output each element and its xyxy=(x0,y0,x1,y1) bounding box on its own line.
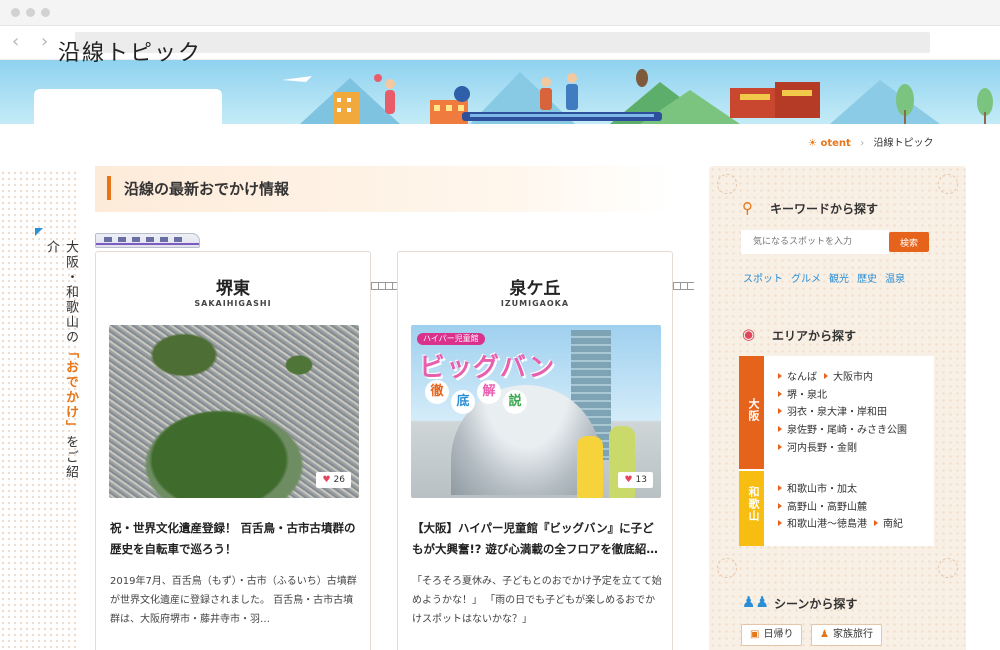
area-label-osaka: 大阪 xyxy=(747,398,760,422)
area-link[interactable]: 泉佐野・尾崎・みさき公園 xyxy=(778,424,907,438)
page-title: 沿線トピック xyxy=(58,41,203,66)
family-icon: ♟♟ xyxy=(742,593,769,611)
area-search-heading: エリアから探す xyxy=(772,329,857,343)
heart-icon: ♥ xyxy=(624,475,633,485)
station-roman: SAKAIHIGASHI xyxy=(194,299,272,308)
area-link[interactable]: なんば xyxy=(778,371,817,385)
section-title: 沿線の最新おでかけ情報 xyxy=(124,180,290,198)
topic-card-sakaihigashi[interactable]: 堺東 SAKAIHIGASHI ♥ 26 祝・世界文化遺産登録！ 百舌鳥・古市古墳… xyxy=(95,251,371,650)
side-caption: 大阪・和歌山の「おでかけ」をご紹介 xyxy=(42,240,80,480)
map-pin-icon: ◉ xyxy=(742,325,756,343)
like-count: 26 xyxy=(333,475,345,485)
keyword-tag[interactable]: 温泉 xyxy=(885,274,905,285)
card-title[interactable]: 【大阪】ハイパー児童館『ビッグバン』に子どもが大興奮!? 遊び心満載の全フロアを… xyxy=(412,518,662,560)
area-link[interactable]: 堺・泉北 xyxy=(778,389,827,403)
photo-label: ハイパー児童館 xyxy=(417,333,485,345)
photo-keyword: 底 xyxy=(451,390,475,414)
family-small-icon: ♟ xyxy=(820,629,829,640)
forward-arrow-icon[interactable]: › xyxy=(41,30,48,54)
scene-button-label: 日帰り xyxy=(763,629,794,640)
browser-titlebar xyxy=(0,0,1000,26)
keyword-tag[interactable]: 観光 xyxy=(829,274,849,285)
window-minimize-dot[interactable] xyxy=(26,8,35,17)
card-description: 2019年7月、百舌鳥（もず）・古市（ふるいち）古墳群が世界文化遺産に登録されま… xyxy=(110,576,357,625)
suitcase-icon: ▣ xyxy=(750,629,760,640)
sun-logo-icon: ☀ xyxy=(808,138,817,149)
search-icon: ⚲ xyxy=(742,199,753,217)
keyword-tags: スポット グルメ 観光 歴史 温泉 xyxy=(743,270,913,285)
topic-card-izumigaoka[interactable]: 泉ケ丘 IZUMIGAOKA ハイパー児童館 ビッグバン 徹 底 解 説 ♥ 13… xyxy=(397,251,673,650)
scene-button-daytrip[interactable]: ▣ 日帰り xyxy=(741,624,803,646)
like-badge[interactable]: ♥ 26 xyxy=(316,472,351,488)
big-bang-hall-photo[interactable]: ハイパー児童館 ビッグバン 徹 底 解 説 ♥ 13 xyxy=(411,325,661,498)
address-bar[interactable] xyxy=(75,32,930,53)
breadcrumb-home-link[interactable]: ☀ otent xyxy=(808,138,854,149)
search-button[interactable]: 検索 xyxy=(889,232,929,252)
photo-keyword: 解 xyxy=(477,380,501,404)
area-link[interactable]: 南紀 xyxy=(874,518,903,532)
kofun-aerial-photo[interactable]: ♥ 26 xyxy=(109,325,359,498)
card-description: 「そろそろ夏休み、子どもとのおでかけ予定を立てて始めようかな！」 「雨の日でも子… xyxy=(412,576,662,625)
station-name: 堺東 xyxy=(216,279,250,299)
photo-keyword: 徹 xyxy=(425,380,449,404)
scene-button-family[interactable]: ♟ 家族旅行 xyxy=(811,624,882,646)
area-link[interactable]: 和歌山港〜徳島港 xyxy=(778,518,867,532)
breadcrumb-separator-icon: › xyxy=(860,138,865,149)
keyword-tag[interactable]: スポット xyxy=(743,274,783,285)
side-caption-pre: 大阪・和歌山の xyxy=(63,240,78,345)
section-header-accent xyxy=(107,176,111,200)
flag-icon xyxy=(35,228,43,236)
breadcrumb-current: 沿線トピック xyxy=(873,138,934,149)
window-close-dot[interactable] xyxy=(11,8,20,17)
station-name: 泉ケ丘 xyxy=(509,279,561,299)
hero-banner xyxy=(0,60,1000,124)
area-link[interactable]: 大阪市内 xyxy=(824,371,873,385)
spot-search-input[interactable] xyxy=(741,230,889,254)
area-link[interactable]: 高野山・高野山麓 xyxy=(778,501,867,515)
heart-icon: ♥ xyxy=(322,475,331,485)
photo-keyword: 説 xyxy=(503,390,527,414)
child-figure xyxy=(577,436,603,498)
keyword-search-heading: キーワードから探す xyxy=(770,202,879,216)
area-link[interactable]: 河内長野・金剛 xyxy=(778,442,857,456)
area-link[interactable]: 和歌山市・加太 xyxy=(778,483,857,497)
area-label-wakayama: 和歌山 xyxy=(747,486,760,522)
card-title[interactable]: 祝・世界文化遺産登録！ 百舌鳥・古市古墳群の歴史を自転車で巡ろう！ xyxy=(110,518,360,560)
side-caption-highlight: 「おでかけ」 xyxy=(63,345,78,435)
breadcrumb: ☀ otent › 沿線トピック xyxy=(808,136,933,152)
keyword-tag[interactable]: 歴史 xyxy=(857,274,877,285)
like-badge[interactable]: ♥ 13 xyxy=(618,472,653,488)
back-arrow-icon[interactable]: ‹ xyxy=(12,30,19,54)
station-roman: IZUMIGAOKA xyxy=(500,299,570,308)
area-link[interactable]: 羽衣・泉大津・岸和田 xyxy=(778,406,887,420)
train-icon xyxy=(95,233,200,248)
like-count: 13 xyxy=(635,475,647,485)
scene-button-label: 家族旅行 xyxy=(832,629,873,640)
hero-title-tab xyxy=(34,89,222,124)
window-maximize-dot[interactable] xyxy=(41,8,50,17)
breadcrumb-home-label: otent xyxy=(820,138,851,149)
keyword-tag[interactable]: グルメ xyxy=(791,274,821,285)
scene-search-heading: シーンから探す xyxy=(774,597,858,611)
photo-headline: ビッグバン xyxy=(419,353,556,383)
